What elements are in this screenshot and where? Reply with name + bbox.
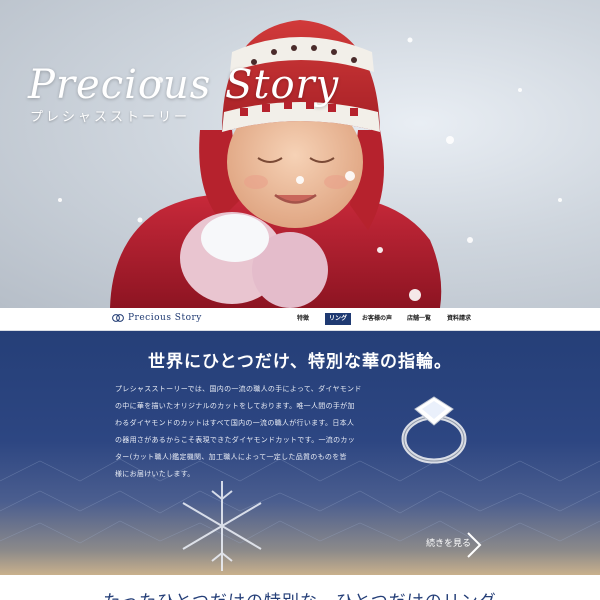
hero-brand: Precious Story プレシャスストーリー	[28, 62, 339, 125]
nav-item-features[interactable]: 特徴	[288, 313, 318, 325]
nav-logo-text: Precious Story	[128, 313, 202, 323]
body-line: わるダイヤモンドのカットはすべて国内の一流の職人が行います。日本人	[115, 419, 355, 427]
body-line: ター(カット職人)鑑定機関、加工職人によって一定した品質のものを皆	[115, 453, 347, 461]
ring-intro-section: 世界にひとつだけ、特別な華の指輪。 プレシャスストーリーでは、国内の一流の職人の…	[0, 331, 600, 575]
nav-item-store-list[interactable]: 店舗一覧	[404, 313, 434, 325]
read-more-link[interactable]: 続きを見る	[426, 536, 471, 549]
hero-title: Precious Story	[28, 62, 340, 108]
hero-photo	[58, 20, 562, 308]
body-line: の中に華を描いたオリジナルのカットをしております。唯一人間の手が加	[115, 402, 355, 410]
nav-logo[interactable]: Precious Story	[112, 313, 202, 323]
hero-subtitle: プレシャスストーリー	[30, 110, 191, 125]
next-section-teaser: たったひとつだけの特別な、ひとつだけのリング	[0, 575, 600, 600]
hero-banner: Precious Story プレシャスストーリー	[0, 0, 600, 308]
nav-item-request-materials[interactable]: 資料請求	[444, 313, 474, 325]
body-line: 様にお届けいたします。	[115, 470, 195, 478]
next-section-title: たったひとつだけの特別な、ひとつだけのリング	[0, 587, 600, 600]
nav-item-customer-voice[interactable]: お客様の声	[359, 313, 395, 325]
body-line: の器用さがあるからこそ表現できたダイヤモンドカットです。一流のカッ	[115, 436, 355, 444]
diamond-logo-icon	[112, 314, 124, 322]
read-more-label: 続きを見る	[426, 539, 472, 549]
section-title: 世界にひとつだけ、特別な華の指輪。	[148, 352, 452, 372]
nav-item-ring[interactable]: リング	[325, 313, 351, 325]
snowflake-crystal	[182, 481, 262, 571]
diamond-ring-image	[401, 396, 467, 464]
main-navbar: Precious Story 特徴 リング お客様の声 店舗一覧 資料請求	[0, 308, 600, 331]
section-body: プレシャスストーリーでは、国内の一流の職人の手によって、ダイヤモンド の中に華を…	[115, 381, 385, 483]
nav-menu: 特徴 リング お客様の声 店舗一覧 資料請求	[288, 313, 474, 325]
body-line: プレシャスストーリーでは、国内の一流の職人の手によって、ダイヤモンド	[115, 385, 362, 393]
